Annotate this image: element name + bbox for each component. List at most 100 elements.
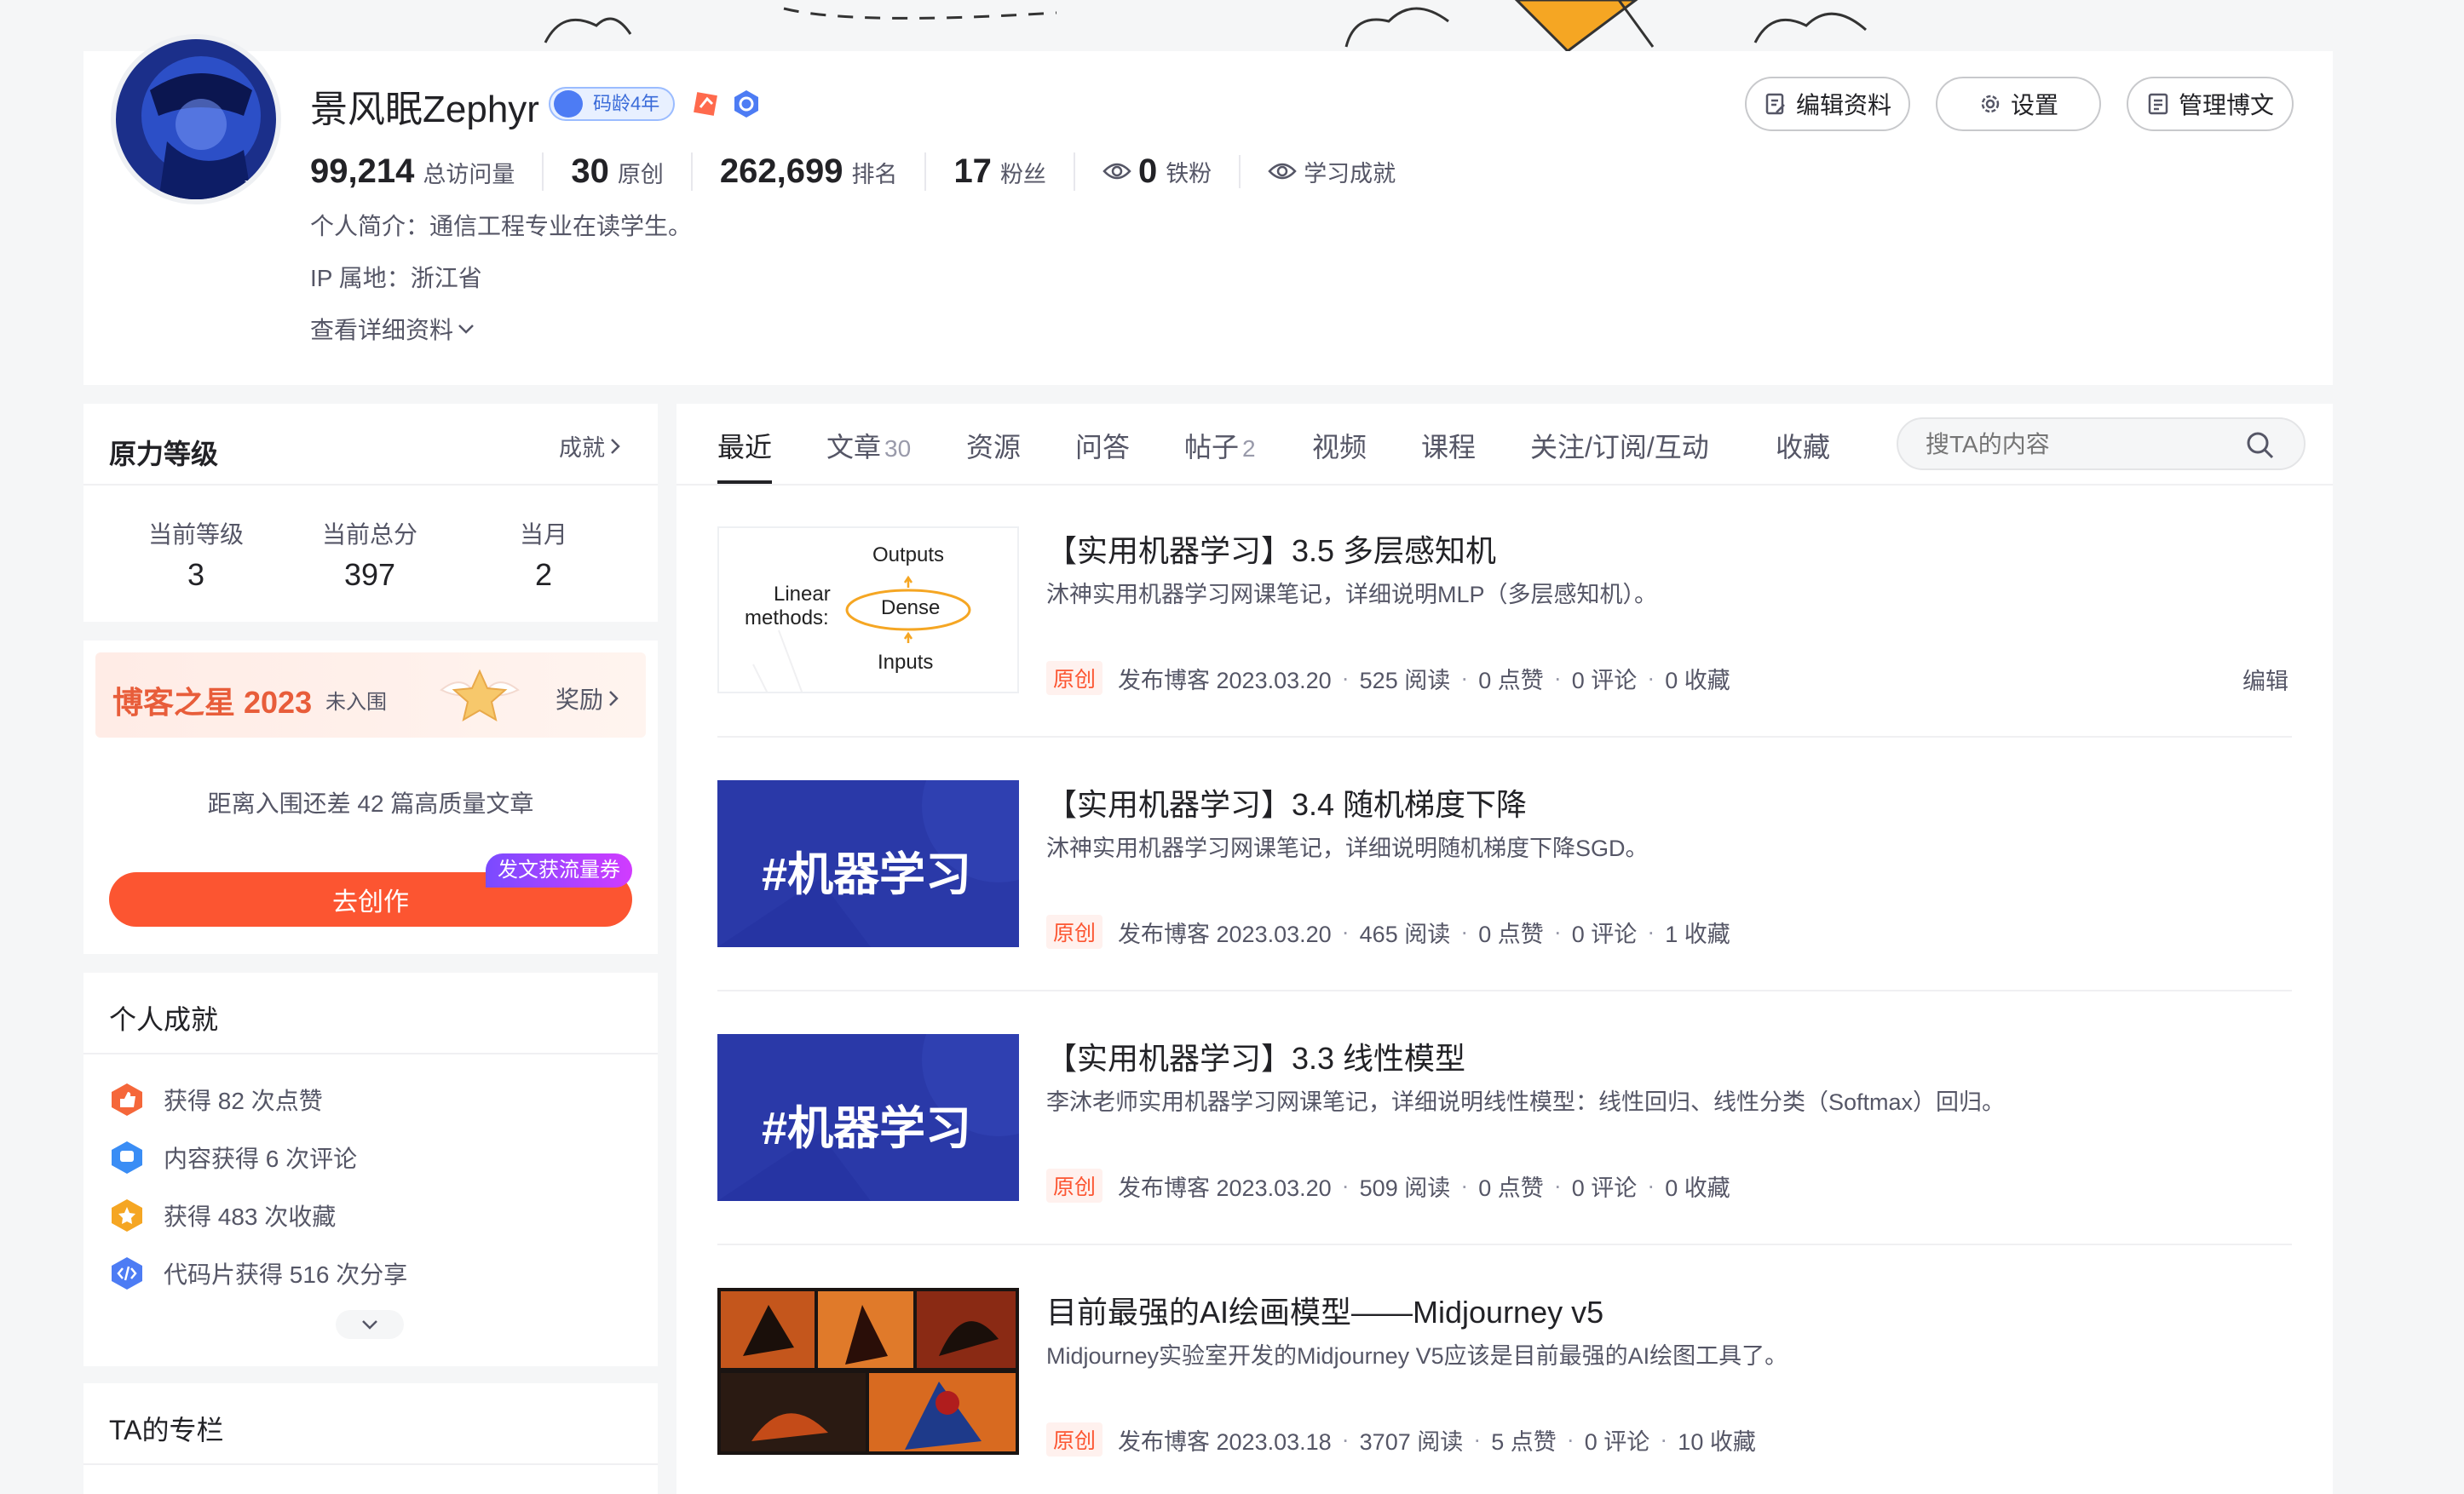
winged-star-icon bbox=[433, 664, 527, 726]
stat-fans[interactable]: 17 粉丝 bbox=[924, 152, 1074, 191]
stat-label: 原创 bbox=[617, 161, 664, 187]
comment-count: 0 评论 bbox=[1571, 667, 1638, 693]
settings-label: 设置 bbox=[2010, 92, 2058, 118]
profile-bio: 个人简介：通信工程专业在读学生。 bbox=[310, 213, 693, 239]
read-count: 465 阅读 bbox=[1359, 921, 1451, 947]
stat-iron-fans[interactable]: 0 铁粉 bbox=[1073, 152, 1239, 191]
publish-date: 发布博客 2023.03.20 bbox=[1118, 1175, 1332, 1201]
create-button-label: 去创作 bbox=[332, 888, 409, 917]
blog-star-title: 博客之星 2023 bbox=[112, 685, 313, 720]
stat-label: 铁粉 bbox=[1166, 160, 1212, 187]
chevron-right-icon bbox=[610, 438, 620, 455]
code-age-badge[interactable]: 码龄4年 bbox=[549, 87, 675, 121]
manage-posts-label: 管理博文 bbox=[2178, 92, 2274, 118]
stat-rank[interactable]: 262,699 排名 bbox=[690, 152, 925, 191]
article-description: 沐神实用机器学习网课笔记，详细说明随机梯度下降SGD。 bbox=[1046, 836, 1649, 861]
stat-original[interactable]: 30 原创 bbox=[542, 152, 691, 191]
article-title[interactable]: 【实用机器学习】3.3 线性模型 bbox=[1046, 1034, 1465, 1078]
edit-profile-button[interactable]: 编辑资料 bbox=[1745, 77, 1910, 131]
power-stat-value: 3 bbox=[187, 557, 205, 592]
manage-posts-button[interactable]: 管理博文 bbox=[2127, 77, 2294, 131]
thumbnail-text: #机器学习 bbox=[762, 849, 972, 900]
expand-achievements-button[interactable] bbox=[336, 1310, 404, 1339]
code-share-icon bbox=[109, 1256, 145, 1291]
read-count: 3707 阅读 bbox=[1359, 1428, 1464, 1455]
achievements-link-label: 成就 bbox=[559, 435, 605, 461]
tab-label: 文章 bbox=[826, 432, 882, 463]
tab-label: 问答 bbox=[1075, 432, 1131, 463]
settings-button[interactable]: 设置 bbox=[1936, 77, 2101, 131]
search-icon[interactable] bbox=[2246, 431, 2275, 460]
profile-stats: 99,214 总访问量 30 原创 262,699 排名 17 粉丝 0 铁粉 … bbox=[310, 150, 1423, 192]
article-description: Midjourney实验室开发的Midjourney V5应该是目前最强的AI绘… bbox=[1046, 1343, 1788, 1369]
divider bbox=[83, 484, 658, 486]
mlp-methods-label: methods: bbox=[745, 606, 829, 629]
favorite-count: 10 收藏 bbox=[1678, 1428, 1756, 1455]
article-title[interactable]: 目前最强的AI绘画模型——Midjourney v5 bbox=[1046, 1288, 1603, 1332]
medal-icon[interactable] bbox=[690, 89, 721, 119]
like-count: 0 点赞 bbox=[1478, 921, 1544, 947]
tab-articles[interactable]: 文章 30 bbox=[826, 426, 911, 465]
article-thumbnail[interactable]: Outputs Dense Inputs Linear methods: bbox=[717, 526, 1019, 693]
power-stat-label: 当月 bbox=[519, 521, 567, 548]
stat-number: 30 bbox=[571, 152, 609, 190]
article-thumbnail[interactable] bbox=[717, 1288, 1019, 1455]
achievements-link[interactable]: 成就 bbox=[559, 429, 620, 463]
article-title[interactable]: 【实用机器学习】3.5 多层感知机 bbox=[1046, 526, 1496, 571]
article-thumbnail[interactable]: #机器学习 bbox=[717, 780, 1019, 947]
article-divider bbox=[717, 990, 2292, 991]
chevron-right-icon bbox=[608, 690, 619, 707]
article-title[interactable]: 【实用机器学习】3.4 随机梯度下降 bbox=[1046, 780, 1527, 825]
article-meta: 原创 发布博客 2023.03.20 · 465 阅读 · 0 点赞 · 0 评论 · … bbox=[1046, 915, 1730, 949]
read-count: 525 阅读 bbox=[1359, 667, 1451, 693]
original-tag: 原创 bbox=[1046, 661, 1103, 695]
verified-icon[interactable] bbox=[731, 89, 762, 119]
thumbnail-text: #机器学习 bbox=[762, 1103, 972, 1154]
stat-number: 0 bbox=[1137, 152, 1158, 190]
reward-link-label: 奖励 bbox=[556, 687, 604, 713]
code-icon bbox=[554, 90, 583, 118]
tab-favorites[interactable]: 收藏 bbox=[1776, 426, 1830, 465]
stat-label: 总访问量 bbox=[423, 161, 515, 187]
tab-qa[interactable]: 问答 bbox=[1075, 426, 1130, 465]
stat-visits[interactable]: 99,214 总访问量 bbox=[310, 152, 542, 191]
reward-link[interactable]: 奖励 bbox=[556, 681, 619, 715]
tab-count: 30 bbox=[884, 435, 912, 462]
achievement-item: 获得 82 次点赞 bbox=[109, 1082, 323, 1118]
power-stat-value: 2 bbox=[534, 557, 553, 592]
favorite-count: 0 收藏 bbox=[1665, 667, 1730, 693]
original-tag: 原创 bbox=[1046, 1169, 1103, 1203]
mlp-linear-label: Linear bbox=[774, 583, 831, 606]
mlp-dense-label: Dense bbox=[881, 596, 941, 619]
edit-article-link[interactable]: 编辑 bbox=[2242, 663, 2288, 696]
learning-label: 学习成就 bbox=[1304, 160, 1396, 187]
blog-star-status: 未入围 bbox=[325, 691, 387, 714]
stat-label: 粉丝 bbox=[999, 161, 1046, 187]
read-count: 509 阅读 bbox=[1359, 1175, 1451, 1201]
eye-icon bbox=[1268, 162, 1297, 181]
search-input[interactable] bbox=[1924, 428, 2234, 462]
article-thumbnail[interactable]: #机器学习 bbox=[717, 1034, 1019, 1201]
avatar[interactable]: X bbox=[111, 34, 281, 204]
tab-recent[interactable]: 最近 bbox=[717, 426, 772, 465]
power-stat-value: 397 bbox=[343, 557, 396, 592]
tab-posts[interactable]: 帖子 2 bbox=[1184, 426, 1256, 465]
learning-achievements[interactable]: 学习成就 bbox=[1239, 154, 1423, 188]
article-meta: 原创 发布博客 2023.03.18 · 3707 阅读 · 5 点赞 · 0 评论 ·… bbox=[1046, 1422, 1756, 1457]
achievement-item: 代码片获得 516 次分享 bbox=[109, 1256, 407, 1291]
tab-label: 资源 bbox=[966, 432, 1022, 463]
personal-achievements-title: 个人成就 bbox=[109, 1004, 219, 1035]
tab-label: 帖子 bbox=[1184, 432, 1240, 463]
more-details-link[interactable]: 查看详细资料 bbox=[310, 312, 475, 346]
tab-videos[interactable]: 视频 bbox=[1312, 426, 1367, 465]
chevron-down-icon bbox=[457, 323, 475, 335]
more-details-label: 查看详细资料 bbox=[310, 317, 454, 343]
tab-courses[interactable]: 课程 bbox=[1421, 426, 1476, 465]
tab-following[interactable]: 关注/订阅/互动 bbox=[1530, 426, 1709, 465]
search-box bbox=[1897, 417, 2306, 470]
favorite-count: 1 收藏 bbox=[1665, 921, 1730, 947]
tab-resources[interactable]: 资源 bbox=[966, 426, 1021, 465]
achievement-text: 内容获得 6 次评论 bbox=[164, 1146, 358, 1172]
achievement-text: 代码片获得 516 次分享 bbox=[164, 1261, 408, 1288]
article-meta: 原创 发布博客 2023.03.20 · 525 阅读 · 0 点赞 · 0 评论 · … bbox=[1046, 661, 1730, 695]
